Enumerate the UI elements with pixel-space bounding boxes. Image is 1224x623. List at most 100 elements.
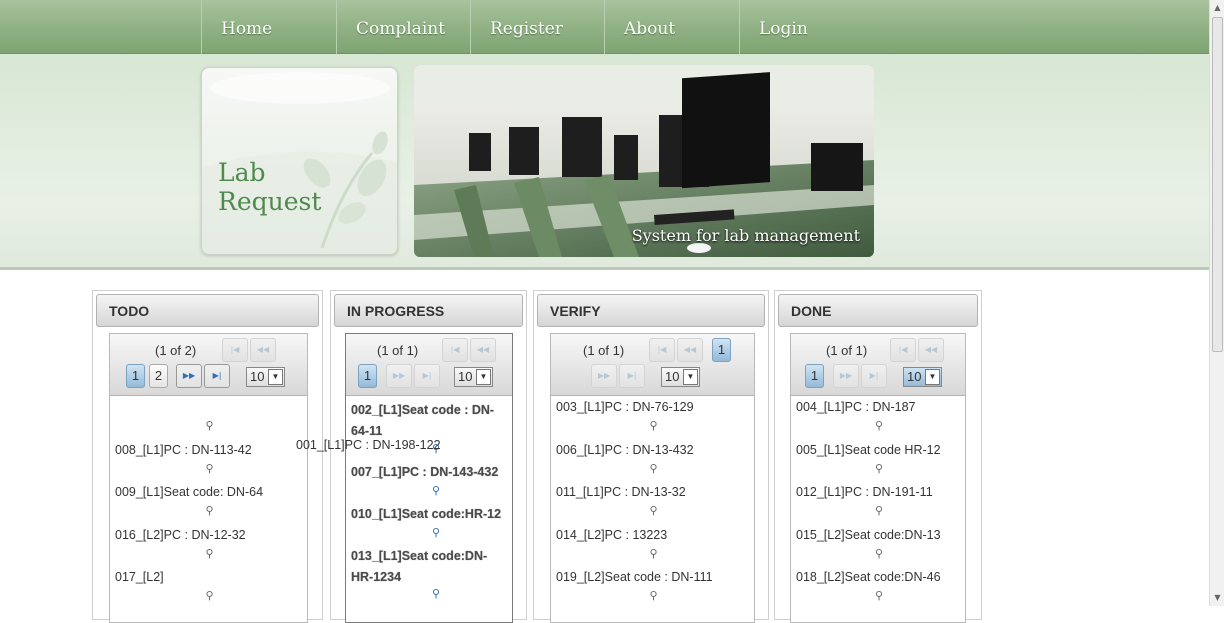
rows-per-page-select[interactable]: 10 ▼ bbox=[661, 367, 700, 387]
request-item[interactable]: 008_[L1]PC : DN-113-42 bbox=[115, 443, 252, 457]
last-page-icon[interactable]: ▶| bbox=[414, 364, 440, 388]
column-in-progress: IN PROGRESS (1 of 1) |◀ ◀◀ 1 ▶▶ ▶| 10 ▼ 002_[L1]S… bbox=[330, 290, 527, 623]
first-page-icon[interactable]: |◀ bbox=[890, 338, 916, 362]
column-title: VERIFY bbox=[537, 294, 765, 327]
magnifier-icon[interactable]: ⚲ bbox=[875, 420, 883, 431]
request-item[interactable]: 017_[L2] bbox=[115, 570, 164, 584]
top-navigation: Home Complaint Register About Login bbox=[0, 0, 1209, 54]
banner-image: System for lab management bbox=[414, 65, 874, 257]
rows-per-page-value: 10 bbox=[665, 369, 680, 384]
rows-per-page-value: 10 bbox=[458, 369, 473, 384]
request-item[interactable]: 007_[L1]PC : DN-143-432 bbox=[351, 462, 509, 483]
chevron-down-icon[interactable]: ▼ bbox=[925, 369, 940, 385]
request-item[interactable]: 005_[L1]Seat code HR-12 bbox=[796, 443, 941, 457]
magnifier-icon[interactable]: ⚲ bbox=[650, 505, 658, 516]
logo-text: Lab Request bbox=[218, 158, 321, 216]
magnifier-icon[interactable]: ⚲ bbox=[875, 548, 883, 559]
dragged-request-item[interactable]: 001_[L1]PC : DN-198-122 bbox=[296, 438, 441, 452]
prev-page-icon[interactable]: ◀◀ bbox=[918, 338, 944, 362]
rows-per-page-select[interactable]: 10 ▼ bbox=[903, 367, 942, 387]
next-page-icon[interactable]: ▶▶ bbox=[176, 364, 202, 388]
magnifier-icon[interactable]: ⚲ bbox=[206, 463, 214, 474]
rows-per-page-select[interactable]: 10 ▼ bbox=[246, 367, 285, 387]
last-page-icon[interactable]: ▶| bbox=[204, 364, 230, 388]
last-page-icon[interactable]: ▶| bbox=[861, 364, 887, 388]
scroll-down-icon[interactable]: ▼ bbox=[1210, 590, 1224, 606]
nav-about[interactable]: About bbox=[604, 0, 738, 54]
nav-complaint[interactable]: Complaint bbox=[336, 0, 470, 54]
next-page-icon[interactable]: ▶▶ bbox=[386, 364, 412, 388]
page-count: (1 of 1) bbox=[826, 343, 868, 358]
rows-per-page-value: 10 bbox=[250, 369, 265, 384]
request-item[interactable]: 018_[L2]Seat code:DN-46 bbox=[796, 570, 941, 584]
magnifier-icon[interactable]: ⚲ bbox=[875, 590, 883, 601]
logo-line-lab: Lab bbox=[218, 158, 266, 187]
rows-per-page-select[interactable]: 10 ▼ bbox=[454, 367, 493, 387]
magnifier-icon[interactable]: ⚲ bbox=[206, 590, 214, 601]
page-count: (1 of 1) bbox=[377, 343, 419, 358]
first-page-icon[interactable]: |◀ bbox=[442, 338, 468, 362]
request-item[interactable]: 003_[L1]PC : DN-76-129 bbox=[556, 400, 694, 414]
request-item[interactable]: 006_[L1]PC : DN-13-432 bbox=[556, 443, 694, 457]
column-title: IN PROGRESS bbox=[334, 294, 523, 327]
page-number-1[interactable]: 1 bbox=[805, 364, 824, 388]
site-header: Lab Request System for lab management bbox=[0, 54, 1209, 270]
scrollbar-thumb[interactable] bbox=[1212, 17, 1223, 352]
paginator: (1 of 1) |◀ ◀◀ 1 ▶▶ ▶| 10 ▼ bbox=[346, 334, 512, 396]
request-list: (1 of 1) |◀ ◀◀ 1 ▶▶ ▶| 10 ▼ 004_[L1]PC : DN-187 ⚲… bbox=[790, 333, 966, 623]
page-count: (1 of 2) bbox=[155, 343, 197, 358]
first-page-icon[interactable]: |◀ bbox=[649, 338, 675, 362]
next-page-icon[interactable]: ▶▶ bbox=[591, 364, 617, 388]
column-done: DONE (1 of 1) |◀ ◀◀ 1 ▶▶ ▶| 10 ▼ 004_[L1]PC : DN-… bbox=[774, 290, 982, 623]
magnifier-icon[interactable]: ⚲ bbox=[650, 463, 658, 474]
request-item[interactable]: 011_[L1]PC : DN-13-32 bbox=[556, 485, 686, 499]
request-item[interactable]: 013_[L1]Seat code:DN-HR-1234 bbox=[351, 546, 509, 588]
request-item[interactable]: 010_[L1]Seat code:HR-12 bbox=[351, 504, 509, 525]
last-page-icon[interactable]: ▶| bbox=[619, 364, 645, 388]
logo-line-request: Request bbox=[218, 187, 322, 216]
request-item[interactable]: 012_[L1]PC : DN-191-11 bbox=[796, 485, 933, 499]
page-number-1[interactable]: 1 bbox=[712, 338, 731, 362]
request-item[interactable]: 014_[L2]PC : 13223 bbox=[556, 528, 667, 542]
magnifier-icon[interactable]: ⚲ bbox=[650, 420, 658, 431]
column-todo: TODO (1 of 2) |◀ ◀◀ 1 2 ▶▶ ▶| 10 ▼ ⚲ 008_[L1]PC : D… bbox=[92, 290, 323, 623]
request-item[interactable]: 004_[L1]PC : DN-187 bbox=[796, 400, 916, 414]
nav-register[interactable]: Register bbox=[470, 0, 604, 54]
nav-home[interactable]: Home bbox=[201, 0, 335, 54]
column-title: TODO bbox=[96, 294, 319, 327]
magnifier-icon[interactable]: ⚲ bbox=[432, 588, 440, 599]
vertical-scrollbar[interactable]: ▲ ▼ bbox=[1209, 0, 1224, 606]
prev-page-icon[interactable]: ◀◀ bbox=[250, 338, 276, 362]
magnifier-icon[interactable]: ⚲ bbox=[875, 505, 883, 516]
request-list: (1 of 2) |◀ ◀◀ 1 2 ▶▶ ▶| 10 ▼ ⚲ 008_[L1]PC : DN-11… bbox=[109, 333, 308, 623]
chevron-down-icon[interactable]: ▼ bbox=[268, 369, 283, 385]
chevron-down-icon[interactable]: ▼ bbox=[683, 369, 698, 385]
next-page-icon[interactable]: ▶▶ bbox=[833, 364, 859, 388]
magnifier-icon[interactable]: ⚲ bbox=[206, 548, 214, 559]
chevron-down-icon[interactable]: ▼ bbox=[476, 369, 491, 385]
request-item[interactable]: 015_[L2]Seat code:DN-13 bbox=[796, 528, 941, 542]
page-number-2[interactable]: 2 bbox=[149, 364, 168, 388]
magnifier-icon[interactable]: ⚲ bbox=[650, 548, 658, 559]
request-list: (1 of 1) |◀ ◀◀ 1 ▶▶ ▶| 10 ▼ 002_[L1]Seat code : … bbox=[345, 333, 513, 623]
magnifier-icon[interactable]: ⚲ bbox=[206, 420, 214, 431]
column-verify: VERIFY (1 of 1) |◀ ◀◀ 1 ▶▶ ▶| 10 ▼ 003_[L1]PC : D… bbox=[533, 290, 769, 623]
request-item[interactable]: 019_[L2]Seat code : DN-111 bbox=[556, 570, 713, 584]
request-item[interactable]: 016_[L2]PC : DN-12-32 bbox=[115, 528, 246, 542]
banner-caption: System for lab management bbox=[631, 226, 860, 245]
prev-page-icon[interactable]: ◀◀ bbox=[677, 338, 703, 362]
request-item[interactable]: 002_[L1]Seat code : DN-64-11 bbox=[351, 400, 509, 442]
magnifier-icon[interactable]: ⚲ bbox=[432, 527, 440, 538]
magnifier-icon[interactable]: ⚲ bbox=[432, 485, 440, 496]
prev-page-icon[interactable]: ◀◀ bbox=[470, 338, 496, 362]
page-number-1[interactable]: 1 bbox=[358, 364, 377, 388]
logo[interactable]: Lab Request bbox=[201, 67, 398, 255]
request-item[interactable]: 009_[L1]Seat code: DN-64 bbox=[115, 485, 263, 499]
magnifier-icon[interactable]: ⚲ bbox=[875, 463, 883, 474]
scroll-up-icon[interactable]: ▲ bbox=[1210, 0, 1224, 16]
nav-login[interactable]: Login bbox=[739, 0, 873, 54]
magnifier-icon[interactable]: ⚲ bbox=[206, 505, 214, 516]
first-page-icon[interactable]: |◀ bbox=[222, 338, 248, 362]
magnifier-icon[interactable]: ⚲ bbox=[650, 590, 658, 601]
page-number-1[interactable]: 1 bbox=[126, 364, 145, 388]
